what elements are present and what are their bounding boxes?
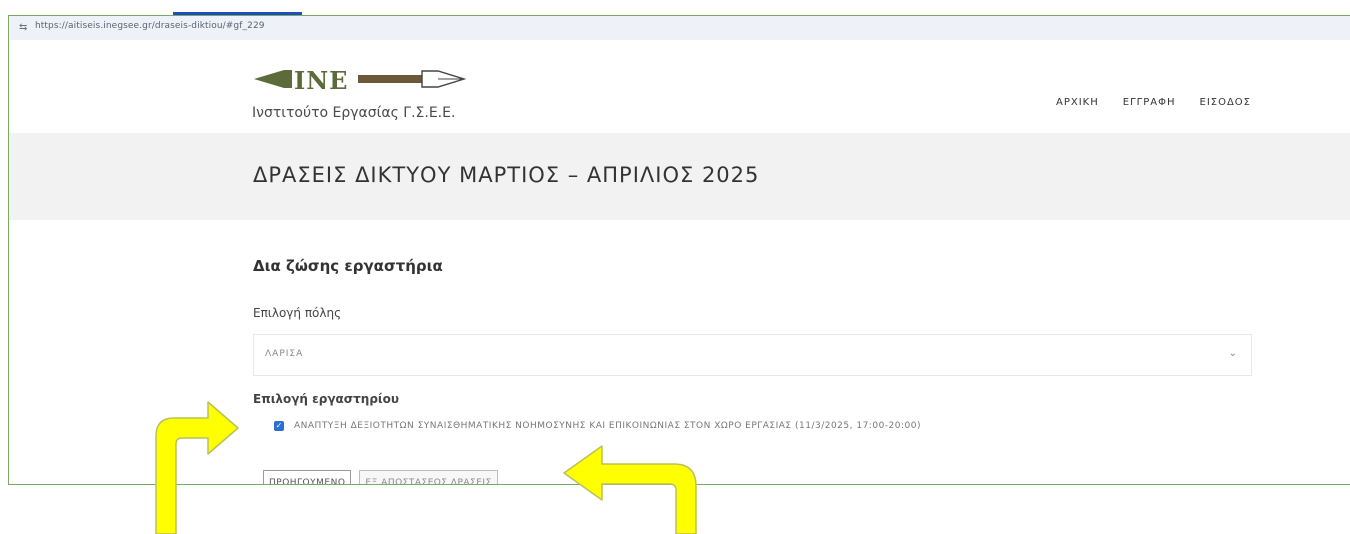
nav-home[interactable]: ΑΡΧΙΚΗ (1056, 97, 1099, 108)
nav-register[interactable]: ΕΓΓΡΑΦΗ (1123, 97, 1176, 108)
page-title: ΔΡΑΣΕΙΣ ΔΙΚΤΥΟΥ ΜΑΡΤΙΟΣ – ΑΠΡΙΛΙΟΣ 2025 (253, 163, 760, 187)
workshop-label: Επιλογή εργαστηρίου (253, 392, 399, 406)
svg-text:INE: INE (294, 66, 348, 95)
workshop-checkbox[interactable]: ✓ (274, 421, 284, 431)
title-band: ΔΡΑΣΕΙΣ ΔΙΚΤΥΟΥ ΜΑΡΤΙΟΣ – ΑΠΡΙΛΙΟΣ 2025 (9, 133, 1350, 220)
ine-pen-logo-icon: INE (254, 66, 467, 95)
workshop-option[interactable]: ✓ ΑΝΑΠΤΥΞΗ ΔΕΞΙΟΤΗΤΩΝ ΣΥΝΑΙΣΘΗΜΑΤΙΚΗΣ ΝΟ… (274, 419, 921, 433)
site-logo[interactable]: INE Ινστιτούτο Εργασίας Γ.Σ.Ε.Ε. (250, 57, 510, 127)
site-info-icon[interactable]: ⇆ (19, 23, 28, 33)
previous-button[interactable]: ΠΡΟΗΓΟΥΜΕΝΟ (263, 470, 352, 484)
city-label: Επιλογή πόλης (253, 306, 342, 320)
section-title: Δια ζώσης εργαστήρια (253, 257, 443, 275)
annotation-arrow-right-icon (563, 445, 697, 534)
form-buttons: ΠΡΟΗΓΟΥΜΕΝΟ ΕΞ ΑΠΟΣΤΑΣΕΩΣ ΔΡΑΣΕΙΣ (263, 470, 498, 484)
city-select-value: ΛΑΡΙΣΑ (265, 349, 304, 359)
annotation-arrow-left-icon (155, 401, 239, 534)
city-select[interactable]: ΛΑΡΙΣΑ ⌄ (253, 334, 1252, 376)
site-header: INE Ινστιτούτο Εργασίας Γ.Σ.Ε.Ε. ΑΡΧΙΚΗ … (9, 40, 1350, 133)
url-text[interactable]: https://aitiseis.inegsee.gr/draseis-dikt… (35, 21, 265, 31)
nav-login[interactable]: ΕΙΣΟΔΟΣ (1200, 97, 1252, 108)
chevron-down-icon: ⌄ (1228, 348, 1237, 359)
address-bar[interactable]: ⇆ https://aitiseis.inegsee.gr/draseis-di… (9, 16, 1350, 41)
workshop-option-label[interactable]: ΑΝΑΠΤΥΞΗ ΔΕΞΙΟΤΗΤΩΝ ΣΥΝΑΙΣΘΗΜΑΤΙΚΗΣ ΝΟΗΜ… (294, 421, 921, 431)
remote-actions-button[interactable]: ΕΞ ΑΠΟΣΤΑΣΕΩΣ ΔΡΑΣΕΙΣ (359, 470, 498, 484)
logo-caption: Ινστιτούτο Εργασίας Γ.Σ.Ε.Ε. (252, 105, 456, 121)
main-nav: ΑΡΧΙΚΗ ΕΓΓΡΑΦΗ ΕΙΣΟΔΟΣ (1056, 97, 1251, 108)
top-strip (0, 0, 1350, 15)
